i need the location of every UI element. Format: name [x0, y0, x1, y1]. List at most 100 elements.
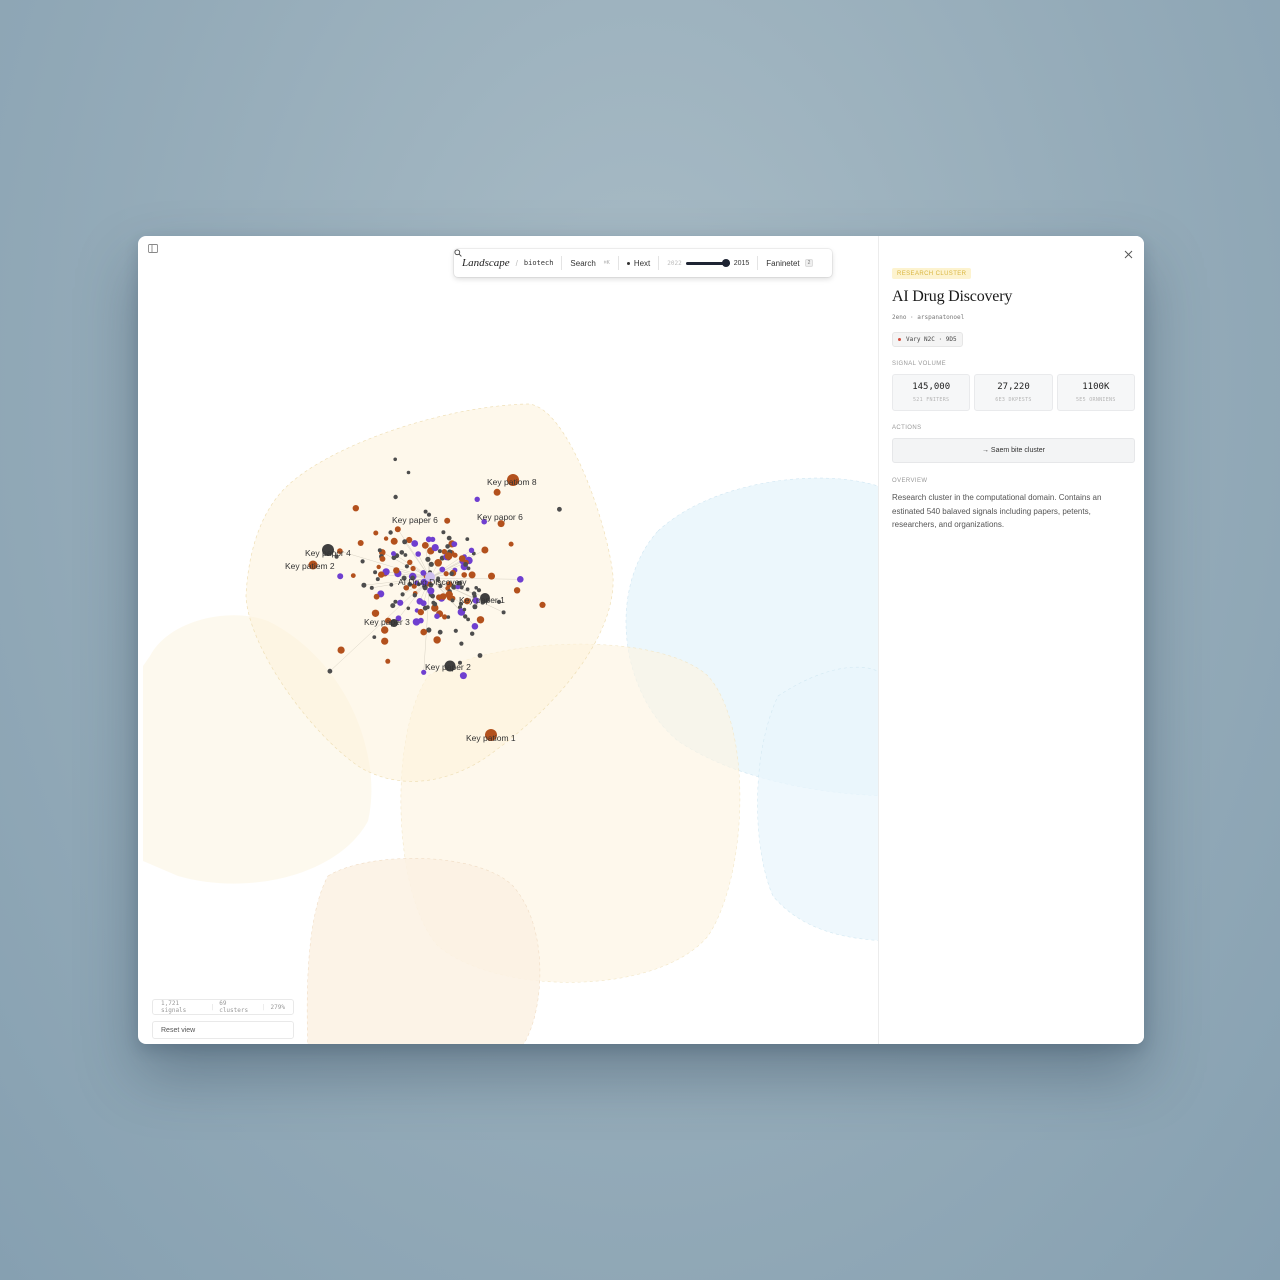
- reset-view-button[interactable]: Reset view: [152, 1021, 294, 1039]
- signal-node[interactable]: [476, 588, 482, 593]
- signal-node[interactable]: [437, 549, 442, 554]
- year-slider[interactable]: [685, 257, 730, 269]
- signal-node[interactable]: [430, 593, 435, 599]
- signal-node[interactable]: [425, 556, 431, 562]
- signal-node[interactable]: [357, 540, 364, 546]
- cluster-region-peach-bottom[interactable]: [306, 858, 541, 1044]
- signal-node[interactable]: [327, 668, 333, 674]
- signal-node[interactable]: [471, 623, 479, 630]
- signal-node[interactable]: [423, 509, 428, 514]
- signal-node[interactable]: [436, 594, 442, 601]
- signal-node[interactable]: [403, 553, 408, 557]
- filter-button[interactable]: Faninetet 2: [766, 259, 814, 268]
- signal-node[interactable]: [451, 541, 458, 547]
- signal-node[interactable]: [459, 641, 464, 646]
- workspace-breadcrumb[interactable]: biotech: [524, 259, 554, 267]
- signal-node[interactable]: [431, 544, 439, 552]
- node-label[interactable]: Key paper 2: [425, 662, 471, 672]
- signal-node[interactable]: [465, 537, 470, 541]
- next-button[interactable]: Hext: [626, 259, 650, 268]
- signal-node[interactable]: [406, 470, 411, 475]
- signal-node[interactable]: [493, 488, 501, 496]
- signal-node[interactable]: [474, 496, 480, 502]
- signal-node[interactable]: [420, 628, 428, 636]
- signal-node[interactable]: [431, 600, 436, 605]
- signal-node[interactable]: [488, 572, 495, 580]
- signal-node[interactable]: [517, 576, 524, 583]
- signal-node[interactable]: [394, 526, 401, 533]
- signal-node[interactable]: [397, 599, 404, 606]
- signal-node[interactable]: [445, 544, 450, 549]
- node-label[interactable]: Key patiem 2: [285, 561, 335, 571]
- signal-node[interactable]: [444, 552, 453, 560]
- signal-node[interactable]: [407, 559, 413, 565]
- signal-node[interactable]: [477, 653, 483, 658]
- signal-node[interactable]: [472, 604, 478, 610]
- signal-node[interactable]: [381, 637, 389, 645]
- signal-node[interactable]: [433, 636, 441, 644]
- node-label[interactable]: Key paper 6: [392, 515, 438, 525]
- signal-node[interactable]: [337, 573, 344, 580]
- signal-node[interactable]: [501, 610, 506, 615]
- close-icon[interactable]: [1122, 248, 1134, 260]
- signal-node[interactable]: [420, 600, 427, 607]
- signal-node[interactable]: [417, 608, 424, 616]
- signal-node[interactable]: [476, 616, 485, 624]
- signal-node[interactable]: [373, 530, 379, 536]
- signal-node[interactable]: [410, 565, 416, 572]
- signal-node[interactable]: [434, 559, 443, 567]
- node-label[interactable]: Key papor 6: [477, 512, 523, 522]
- signal-node[interactable]: [425, 605, 430, 610]
- panel-toggle-icon[interactable]: [148, 244, 160, 255]
- signal-node[interactable]: [462, 607, 467, 612]
- signal-node[interactable]: [412, 593, 417, 598]
- node-label[interactable]: Key patiom 8: [487, 477, 537, 487]
- slider-handle[interactable]: [721, 259, 730, 267]
- see-cluster-button[interactable]: → Saem bite cluster: [892, 438, 1135, 463]
- signal-node[interactable]: [376, 564, 381, 570]
- map-svg[interactable]: Key patiom 8 Key paper 6 Key papor 6 Key…: [138, 236, 878, 1044]
- signal-node[interactable]: [458, 555, 466, 562]
- signal-node[interactable]: [465, 587, 470, 592]
- signal-node[interactable]: [385, 658, 391, 664]
- signal-node[interactable]: [402, 539, 408, 545]
- signal-node[interactable]: [466, 617, 470, 622]
- signal-node[interactable]: [337, 646, 345, 654]
- signal-node[interactable]: [437, 629, 443, 635]
- search-button[interactable]: Search ⌘K: [454, 249, 610, 268]
- signal-node[interactable]: [389, 582, 394, 587]
- signal-node[interactable]: [466, 566, 471, 571]
- signal-node[interactable]: [450, 598, 455, 603]
- signal-node[interactable]: [360, 559, 365, 564]
- signal-node[interactable]: [383, 536, 389, 541]
- signal-node[interactable]: [406, 606, 411, 611]
- signal-node[interactable]: [427, 587, 435, 595]
- signal-node[interactable]: [373, 570, 378, 575]
- signal-node[interactable]: [444, 517, 451, 524]
- signal-node[interactable]: [381, 626, 389, 634]
- signal-node[interactable]: [557, 506, 562, 512]
- signal-node[interactable]: [449, 571, 454, 576]
- signal-node[interactable]: [468, 547, 475, 553]
- signal-node[interactable]: [445, 591, 453, 599]
- node-label[interactable]: Key patiom 1: [466, 733, 516, 743]
- signal-node[interactable]: [459, 672, 467, 680]
- signal-node[interactable]: [446, 535, 452, 541]
- signal-node[interactable]: [404, 564, 409, 569]
- signal-node[interactable]: [400, 592, 405, 597]
- signal-node[interactable]: [361, 582, 367, 588]
- signal-node[interactable]: [439, 566, 446, 573]
- signal-node[interactable]: [369, 585, 374, 590]
- signal-node[interactable]: [421, 542, 429, 549]
- signal-node[interactable]: [371, 609, 380, 617]
- signal-node[interactable]: [446, 615, 451, 619]
- signal-node[interactable]: [420, 570, 427, 576]
- signal-node[interactable]: [425, 536, 432, 543]
- signal-node[interactable]: [378, 571, 385, 578]
- signal-node[interactable]: [441, 530, 446, 535]
- landscape-map[interactable]: Key patiom 8 Key paper 6 Key papor 6 Key…: [138, 236, 878, 1044]
- signal-node[interactable]: [539, 601, 546, 608]
- signal-node[interactable]: [513, 587, 521, 594]
- signal-node[interactable]: [415, 551, 422, 557]
- signal-node[interactable]: [481, 546, 489, 554]
